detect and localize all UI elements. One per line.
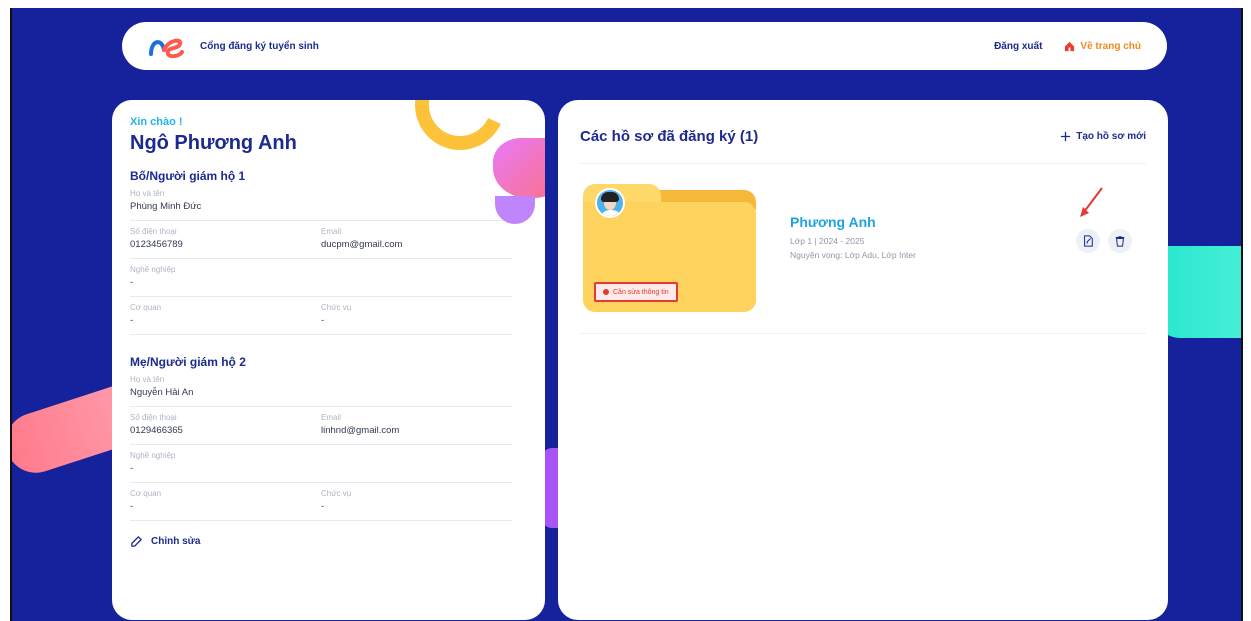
- guardian2-job-row: Nghề nghiệp -: [130, 445, 512, 483]
- page-background: Cổng đăng ký tuyển sinh Đăng xuất Về tra…: [10, 8, 1243, 621]
- account-info-card: Xin chào ! Ngô Phương Anh Bố/Người giám …: [112, 100, 545, 620]
- field-label: Số điện thoại: [130, 227, 177, 236]
- guardian2-contact-row: Số điện thoại 0129466365 Email linhnd@gm…: [130, 407, 512, 445]
- edit-icon: [1084, 235, 1093, 247]
- edit-label: Chỉnh sửa: [151, 536, 201, 547]
- guardian1-email: Email ducpm@gmail.com: [321, 227, 512, 252]
- guardian1-title: Bố/Người giám hộ 1: [130, 169, 246, 183]
- field-label: Email: [321, 227, 342, 236]
- status-dot-icon: [603, 289, 609, 295]
- guardian2-position: Chức vụ -: [321, 489, 512, 514]
- folder-card[interactable]: Cần sửa thông tin: [583, 184, 756, 312]
- guardian2-title: Mẹ/Người giám hộ 2: [130, 355, 246, 369]
- guardian1-org-row: Cơ quan - Chức vụ -: [130, 297, 512, 335]
- site-title[interactable]: Cổng đăng ký tuyển sinh: [200, 41, 319, 52]
- status-badge[interactable]: Cần sửa thông tin: [594, 282, 678, 302]
- avatar: [595, 188, 625, 218]
- guardian1-name-row: Họ và tên Phùng Minh Đức: [130, 183, 512, 221]
- logout-link[interactable]: Đăng xuất: [994, 41, 1042, 52]
- profile-name[interactable]: Phương Anh: [790, 214, 916, 230]
- field-value: -: [130, 277, 134, 288]
- field-value: -: [130, 315, 134, 326]
- profile-wish: Nguyện vọng: Lớp Adu, Lớp Inter: [790, 250, 916, 260]
- field-label: Cơ quan: [130, 303, 162, 312]
- field-label: Họ và tên: [130, 375, 165, 384]
- arrow-icon: [1080, 187, 1103, 217]
- logo-icon[interactable]: [148, 34, 184, 58]
- field-value: Nguyễn Hải An: [130, 387, 194, 398]
- profiles-title: Các hồ sơ đã đăng ký (1): [580, 128, 759, 145]
- home-label: Về trang chủ: [1080, 40, 1141, 52]
- plus-icon: [1061, 131, 1071, 142]
- registered-profiles-card: Các hồ sơ đã đăng ký (1) Tạo hồ sơ mới C…: [558, 100, 1168, 620]
- guardian2-job: Nghề nghiệp -: [130, 451, 321, 476]
- edit-info-button[interactable]: Chỉnh sửa: [130, 535, 527, 548]
- top-header: Cổng đăng ký tuyển sinh Đăng xuất Về tra…: [122, 22, 1167, 70]
- guardian1-job: Nghề nghiệp -: [130, 265, 321, 290]
- profile-meta: Lớp 1 | 2024 - 2025: [790, 236, 865, 246]
- guardian2-fullname: Họ và tên Nguyễn Hải An: [130, 375, 321, 400]
- guardian2-email: Email linhnd@gmail.com: [321, 413, 512, 438]
- guardian1-org: Cơ quan -: [130, 303, 321, 328]
- field-value: Phùng Minh Đức: [130, 201, 202, 212]
- field-value: linhnd@gmail.com: [321, 425, 400, 436]
- field-label: Nghề nghiệp: [130, 265, 176, 274]
- pencil-icon: [131, 535, 143, 547]
- status-text: Cần sửa thông tin: [613, 288, 669, 296]
- home-link[interactable]: Về trang chủ: [1064, 41, 1141, 52]
- guardian2-name-row: Họ và tên Nguyễn Hải An: [130, 369, 512, 407]
- field-label: Cơ quan: [130, 489, 162, 498]
- guardian1-fullname: Họ và tên Phùng Minh Đức: [130, 189, 321, 214]
- guardian1-phone: Số điện thoại 0123456789: [130, 227, 321, 252]
- guardian2-org-row: Cơ quan - Chức vụ -: [130, 483, 512, 521]
- guardian2-org: Cơ quan -: [130, 489, 321, 514]
- avatar-hair: [601, 192, 619, 202]
- guardian1-position: Chức vụ -: [321, 303, 512, 328]
- edit-profile-button[interactable]: [1076, 229, 1100, 253]
- field-label: Họ và tên: [130, 189, 165, 198]
- delete-profile-button[interactable]: [1108, 229, 1132, 253]
- create-profile-button[interactable]: Tạo hồ sơ mới: [1060, 131, 1146, 142]
- field-label: Nghề nghiệp: [130, 451, 176, 460]
- trash-icon: [1115, 236, 1125, 247]
- field-value: 0123456789: [130, 239, 183, 250]
- profile-actions: [1076, 229, 1132, 253]
- home-icon: [1065, 41, 1075, 51]
- guardian1-job-row: Nghề nghiệp -: [130, 259, 512, 297]
- field-label: Chức vụ: [321, 489, 352, 498]
- field-value: ducpm@gmail.com: [321, 239, 403, 250]
- field-value: 0129466365: [130, 425, 183, 436]
- field-label: Chức vụ: [321, 303, 352, 312]
- field-label: Email: [321, 413, 342, 422]
- profile-info: Phương Anh Lớp 1 | 2024 - 2025 Nguyện vọ…: [790, 214, 916, 260]
- field-label: Số điện thoại: [130, 413, 177, 422]
- header-actions: Đăng xuất Về trang chủ: [994, 41, 1141, 52]
- guardian1-contact-row: Số điện thoại 0123456789 Email ducpm@gma…: [130, 221, 512, 259]
- field-value: -: [130, 501, 134, 512]
- create-profile-label: Tạo hồ sơ mới: [1076, 131, 1146, 142]
- field-value: -: [321, 501, 325, 512]
- guardian2-phone: Số điện thoại 0129466365: [130, 413, 321, 438]
- field-value: -: [321, 315, 325, 326]
- field-value: -: [130, 463, 134, 474]
- profiles-header: Các hồ sơ đã đăng ký (1) Tạo hồ sơ mới: [580, 128, 1146, 164]
- profile-item[interactable]: Cần sửa thông tin Phương Anh Lớp 1 | 202…: [580, 164, 1146, 334]
